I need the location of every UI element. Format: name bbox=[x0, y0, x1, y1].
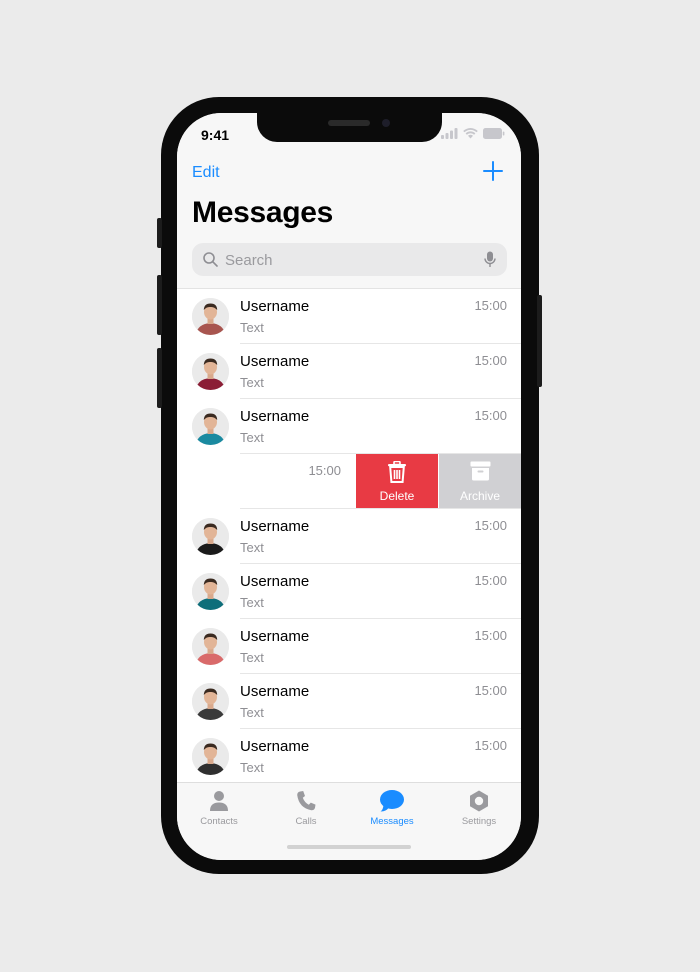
tab-label: Messages bbox=[370, 816, 414, 827]
person-photo bbox=[192, 353, 229, 390]
avatar bbox=[192, 573, 229, 610]
message-time: 15:00 bbox=[474, 353, 507, 368]
tab-settings[interactable]: Settings bbox=[439, 789, 519, 827]
status-time: 9:41 bbox=[201, 127, 230, 143]
power-button bbox=[537, 295, 542, 387]
conversation-row[interactable]: Username Text 15:00 bbox=[177, 729, 521, 784]
username: Username bbox=[240, 518, 310, 535]
speaker-grille bbox=[328, 120, 370, 126]
message-preview: Text bbox=[240, 540, 264, 555]
avatar bbox=[192, 628, 229, 665]
username: Username bbox=[240, 738, 310, 755]
message-preview: Text bbox=[240, 430, 264, 445]
mute-switch bbox=[157, 218, 162, 248]
conversation-row[interactable]: Username Text 15:00 bbox=[177, 619, 521, 674]
archive-button[interactable]: Archive bbox=[439, 454, 521, 509]
avatar bbox=[192, 408, 229, 445]
signal-icon bbox=[441, 128, 458, 139]
delete-label: Delete bbox=[379, 489, 415, 503]
message-time: 15:00 bbox=[474, 518, 507, 533]
username: Username bbox=[240, 628, 310, 645]
search-input[interactable] bbox=[225, 249, 465, 271]
person-photo bbox=[192, 408, 229, 445]
status-icons bbox=[441, 128, 505, 139]
edit-button[interactable]: Edit bbox=[192, 164, 220, 182]
tab-label: Contacts bbox=[200, 816, 238, 827]
message-time: 15:00 bbox=[474, 298, 507, 313]
message-time: 15:00 bbox=[474, 738, 507, 753]
tab-calls[interactable]: Calls bbox=[266, 789, 346, 827]
message-preview: Text bbox=[240, 760, 264, 775]
person-photo bbox=[192, 298, 229, 335]
tab-contacts[interactable]: Contacts bbox=[179, 789, 259, 827]
page-title: Messages bbox=[192, 196, 334, 229]
archive-label: Archive bbox=[459, 489, 500, 503]
message-preview: Text bbox=[240, 595, 264, 610]
person-photo bbox=[192, 683, 229, 720]
message-preview: Text bbox=[240, 375, 264, 390]
message-time: 15:00 bbox=[474, 573, 507, 588]
conversation-row[interactable]: Username Text 15:00 bbox=[177, 289, 521, 344]
swiped-conversation-row[interactable]: 15:00 Delete Archive bbox=[177, 454, 521, 509]
message-preview: Text bbox=[240, 650, 264, 665]
username: Username bbox=[240, 683, 310, 700]
message-time: 15:00 bbox=[474, 628, 507, 643]
message-preview: Text bbox=[240, 320, 264, 335]
conversation-row[interactable]: Username Text 15:00 bbox=[177, 399, 521, 454]
chat-bubble-icon bbox=[380, 790, 404, 812]
front-camera bbox=[382, 119, 390, 127]
message-preview: Text bbox=[240, 705, 264, 720]
avatar bbox=[192, 683, 229, 720]
delete-button[interactable]: Delete bbox=[356, 454, 438, 509]
username: Username bbox=[240, 408, 310, 425]
person-photo bbox=[192, 573, 229, 610]
home-indicator bbox=[287, 845, 411, 849]
conversation-row[interactable]: Username Text 15:00 bbox=[177, 674, 521, 729]
person-photo bbox=[192, 738, 229, 775]
archive-box-icon bbox=[470, 461, 491, 481]
volume-down-button bbox=[157, 348, 162, 408]
wifi-icon bbox=[463, 128, 478, 139]
search-icon bbox=[203, 252, 218, 267]
volume-up-button bbox=[157, 275, 162, 335]
compose-plus-icon[interactable] bbox=[483, 161, 503, 181]
message-time: 15:00 bbox=[474, 408, 507, 423]
conversation-row[interactable]: Username Text 15:00 bbox=[177, 509, 521, 564]
tab-label: Settings bbox=[461, 816, 497, 827]
tab-label: Calls bbox=[295, 816, 317, 827]
trash-icon bbox=[388, 461, 406, 483]
conversation-row[interactable]: Username Text 15:00 bbox=[177, 564, 521, 619]
conversation-list: Username Text 15:00 Username Text 15:00 … bbox=[177, 289, 521, 784]
avatar bbox=[192, 353, 229, 390]
avatar bbox=[192, 518, 229, 555]
person-icon bbox=[210, 791, 228, 811]
person-photo bbox=[192, 628, 229, 665]
person-photo bbox=[192, 518, 229, 555]
message-time: 15:00 bbox=[308, 463, 341, 478]
username: Username bbox=[240, 353, 310, 370]
username: Username bbox=[240, 298, 310, 315]
avatar bbox=[192, 738, 229, 775]
tab-messages[interactable]: Messages bbox=[352, 789, 432, 827]
search-bar bbox=[192, 243, 507, 276]
conversation-row[interactable]: Username Text 15:00 bbox=[177, 344, 521, 399]
username: Username bbox=[240, 573, 310, 590]
microphone-icon[interactable] bbox=[484, 251, 496, 268]
battery-icon bbox=[483, 128, 505, 139]
notch bbox=[257, 113, 442, 142]
gear-icon bbox=[470, 790, 488, 812]
phone-icon bbox=[297, 791, 316, 811]
avatar bbox=[192, 298, 229, 335]
phone-screen: 9:41 Edit Messages Search Username Text … bbox=[177, 113, 521, 860]
message-time: 15:00 bbox=[474, 683, 507, 698]
